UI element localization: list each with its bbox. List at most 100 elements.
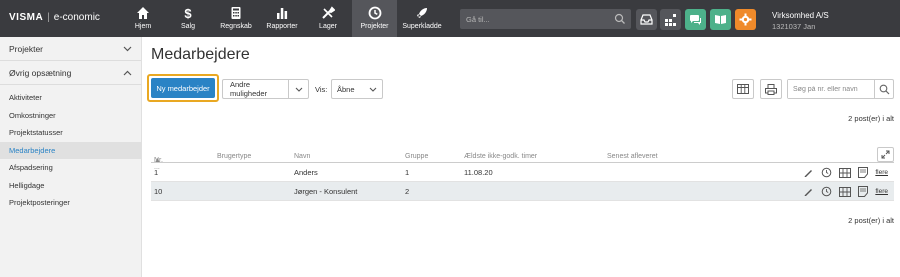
nav-label: Regnskab	[220, 23, 252, 30]
new-employee-highlight: Ny medarbejder	[147, 74, 219, 102]
chevron-down-icon	[123, 46, 132, 51]
search-icon[interactable]	[874, 80, 893, 98]
print-button[interactable]	[760, 79, 782, 99]
cell-navn[interactable]: Anders	[294, 168, 318, 177]
note-icon[interactable]	[858, 167, 869, 178]
nav-label: Lager	[319, 23, 337, 30]
sidebar-item-aktiviteter[interactable]: Aktiviteter	[0, 89, 141, 107]
cell-nr[interactable]: 10	[154, 187, 162, 196]
company-user: 1321037 Jan	[772, 22, 816, 31]
global-search	[460, 9, 631, 29]
settings-button[interactable]	[735, 9, 756, 30]
filter-select[interactable]: Åbne	[331, 79, 383, 99]
column-header-senest[interactable]: Senest afleveret	[607, 153, 658, 160]
timesheet-grid-icon[interactable]	[839, 167, 852, 178]
filter-select-value: Åbne	[337, 84, 355, 94]
page-title: Medarbejdere	[151, 46, 250, 63]
nav-projekter[interactable]: Projekter	[352, 0, 397, 37]
sidebar-item-afspadsering[interactable]: Afspadsering	[0, 159, 141, 177]
sidebar-item-projektposteringer[interactable]: Projektposteringer	[0, 194, 141, 212]
more-options-dropdown[interactable]: Andre muligheder	[222, 79, 309, 99]
help-book-button[interactable]	[710, 9, 731, 30]
gear-icon	[739, 13, 752, 26]
nav-label: Rapporter	[266, 23, 298, 30]
sidebar-item-projektstatusser[interactable]: Projektstatusser	[0, 124, 141, 142]
app-logo[interactable]: VISMA | e-conomic	[9, 12, 100, 23]
cell-aeldste: 11.08.20	[464, 168, 493, 177]
clock-icon	[368, 6, 381, 20]
chat-button[interactable]	[685, 9, 706, 30]
timesheet-grid-icon[interactable]	[839, 186, 852, 197]
inbox-icon	[640, 14, 653, 25]
record-count-top: 2 post(er) i alt	[848, 114, 894, 123]
home-icon	[137, 7, 149, 19]
sidebar: Projekter Øvrig opsætning Aktiviteter Om…	[0, 37, 142, 277]
pencil-icon[interactable]	[803, 167, 814, 178]
apps-button[interactable]	[660, 9, 681, 30]
apps-grid-icon	[665, 14, 676, 26]
rocket-icon	[417, 8, 427, 18]
column-header-aeldste[interactable]: Ældste ikke-godk. timer	[464, 153, 537, 160]
more-link[interactable]: flere	[875, 188, 888, 195]
company-info[interactable]: Virksomhed A/S 1321037 Jan	[772, 10, 829, 32]
nav-label: Hjem	[134, 23, 152, 30]
clock-icon[interactable]	[821, 167, 832, 178]
sidebar-item-helligdage[interactable]: Helligdage	[0, 177, 141, 195]
sidebar-section-ovrig-opsaetning[interactable]: Øvrig opsætning	[0, 61, 141, 85]
more-options-label: Andre muligheder	[230, 80, 268, 98]
sidebar-items: Aktiviteter Omkostninger Projektstatusse…	[0, 85, 141, 212]
cell-nr[interactable]: 1	[154, 168, 158, 177]
sidebar-section-projekter[interactable]: Projekter	[0, 37, 141, 61]
logo-product: e-conomic	[53, 12, 100, 23]
nav-hjem[interactable]: Hjem	[128, 0, 158, 37]
nav-superkladde[interactable]: Superkladde	[401, 0, 443, 37]
nav-label: Projekter	[360, 23, 389, 30]
employees-table: Nr. ▲ ... Brugertype Navn Gruppe Ældste …	[151, 149, 894, 201]
column-header-gruppe[interactable]: Gruppe	[405, 153, 428, 160]
table-row[interactable]: 1 Anders 1 11.08.20 flere	[151, 163, 894, 182]
calculator-icon	[231, 7, 241, 19]
global-search-input[interactable]	[460, 9, 610, 29]
nav-salg[interactable]: $ Salg	[173, 0, 203, 37]
sidebar-section-label: Projekter	[9, 43, 44, 54]
cell-navn[interactable]: Jørgen - Konsulent	[294, 187, 357, 196]
sidebar-item-medarbejdere[interactable]: Medarbejdere	[0, 141, 141, 159]
book-icon	[715, 15, 726, 24]
inbox-button[interactable]	[636, 9, 657, 30]
nav-lager[interactable]: Lager	[313, 0, 343, 37]
row-actions: flere	[803, 186, 888, 197]
top-navigation-bar: VISMA | e-conomic Hjem $ Salg Regnskab R…	[0, 0, 900, 37]
record-count-bottom: 2 post(er) i alt	[848, 216, 894, 225]
tools-icon	[322, 6, 335, 19]
nav-label: Salg	[180, 23, 195, 30]
employee-search-input[interactable]	[788, 80, 874, 98]
employee-search	[787, 79, 894, 99]
note-icon[interactable]	[858, 186, 869, 197]
pencil-icon[interactable]	[803, 186, 814, 197]
filter-label: Vis:	[315, 85, 328, 94]
more-link[interactable]: flere	[875, 169, 888, 176]
chevron-down-icon[interactable]	[288, 80, 308, 98]
search-icon[interactable]	[614, 13, 626, 25]
clock-icon[interactable]	[821, 186, 832, 197]
new-employee-button[interactable]: Ny medarbejder	[151, 78, 215, 98]
column-header-navn[interactable]: Navn	[294, 153, 310, 160]
company-name: Virksomhed A/S	[772, 11, 829, 20]
print-icon	[765, 83, 777, 95]
logo-separator: |	[47, 12, 50, 23]
sidebar-item-omkostninger[interactable]: Omkostninger	[0, 107, 141, 125]
cell-gruppe: 2	[405, 187, 410, 196]
nav-rapporter[interactable]: Rapporter	[266, 0, 298, 37]
dollar-icon: $	[184, 6, 192, 20]
nav-regnskab[interactable]: Regnskab	[218, 0, 254, 37]
table-row[interactable]: 10 Jørgen - Konsulent 2 flere	[151, 182, 894, 201]
table-columns-icon	[737, 84, 749, 94]
sidebar-section-label: Øvrig opsætning	[9, 67, 72, 78]
table-header: Nr. ▲ ... Brugertype Navn Gruppe Ældste …	[151, 149, 894, 171]
row-actions: flere	[803, 167, 888, 178]
logo-brand: VISMA	[9, 12, 44, 23]
chevron-up-icon	[123, 70, 132, 75]
chat-icon	[690, 14, 701, 25]
column-header-brugertype[interactable]: Brugertype	[217, 153, 251, 160]
column-settings-button[interactable]	[732, 79, 754, 99]
